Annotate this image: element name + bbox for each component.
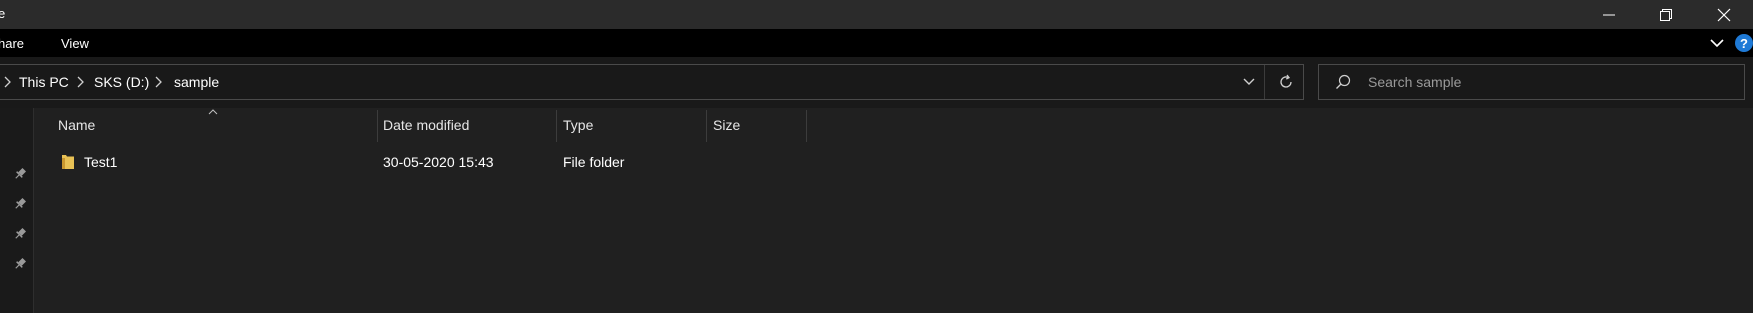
tab-view[interactable]: View — [61, 36, 89, 51]
breadcrumb-sample[interactable]: sample — [174, 74, 219, 90]
column-header-size[interactable]: Size — [707, 108, 807, 142]
address-bar[interactable]: This PC SKS (D:) sample — [0, 64, 1304, 100]
column-header-type[interactable]: Type — [557, 108, 706, 142]
file-type: File folder — [563, 154, 625, 170]
column-header-type-label: Type — [563, 117, 594, 133]
help-button[interactable]: ? — [1734, 33, 1753, 53]
ribbon-bar: hare View ? — [0, 29, 1753, 57]
refresh-button[interactable] — [1271, 65, 1301, 99]
column-divider[interactable] — [806, 110, 807, 142]
window-title: e — [0, 6, 6, 21]
minimize-icon — [1603, 14, 1615, 15]
pin-icon[interactable] — [12, 256, 28, 272]
chevron-down-icon — [1710, 39, 1724, 48]
refresh-icon — [1280, 74, 1292, 88]
file-row[interactable]: Test1 30-05-2020 15:43 File folder — [52, 150, 812, 174]
column-header-size-label: Size — [713, 117, 741, 133]
expand-ribbon-button[interactable] — [1709, 33, 1725, 53]
search-input[interactable]: Search sample — [1368, 74, 1461, 90]
help-icon: ? — [1735, 34, 1753, 52]
pin-icon[interactable] — [12, 166, 28, 182]
chevron-down-icon — [1243, 78, 1255, 85]
pin-icon[interactable] — [12, 226, 28, 242]
folder-icon — [62, 155, 74, 169]
search-icon — [1336, 74, 1351, 89]
breadcrumb-this-pc[interactable]: This PC — [19, 74, 69, 90]
file-name: Test1 — [84, 154, 118, 170]
restore-button[interactable] — [1637, 0, 1695, 29]
minimize-button[interactable] — [1580, 0, 1638, 29]
restore-icon — [1660, 8, 1672, 21]
svg-text:?: ? — [1740, 36, 1748, 51]
column-header-date-modified[interactable]: Date modified — [377, 108, 556, 142]
chevron-right-icon[interactable] — [154, 76, 164, 88]
pin-icon[interactable] — [12, 196, 28, 212]
chevron-right-icon[interactable] — [76, 76, 86, 88]
address-divider — [1264, 65, 1265, 99]
title-bar: e — [0, 0, 1753, 29]
close-icon — [1717, 8, 1731, 21]
navigation-pane — [0, 108, 34, 313]
address-row: This PC SKS (D:) sample Search sample — [0, 57, 1753, 108]
recent-locations-button[interactable] — [1236, 65, 1262, 99]
column-header-date-label: Date modified — [383, 117, 470, 133]
chevron-right-icon — [4, 76, 11, 88]
column-header-name-label: Name — [58, 117, 96, 133]
tab-share[interactable]: hare — [0, 36, 24, 51]
file-date-modified: 30-05-2020 15:43 — [383, 154, 494, 170]
breadcrumb-drive[interactable]: SKS (D:) — [94, 74, 149, 90]
content-area: Name Date modified Type Size Test1 30-05… — [0, 108, 1753, 313]
column-header-name[interactable]: Name — [52, 108, 377, 142]
close-button[interactable] — [1695, 0, 1753, 29]
search-box[interactable]: Search sample — [1318, 64, 1745, 100]
